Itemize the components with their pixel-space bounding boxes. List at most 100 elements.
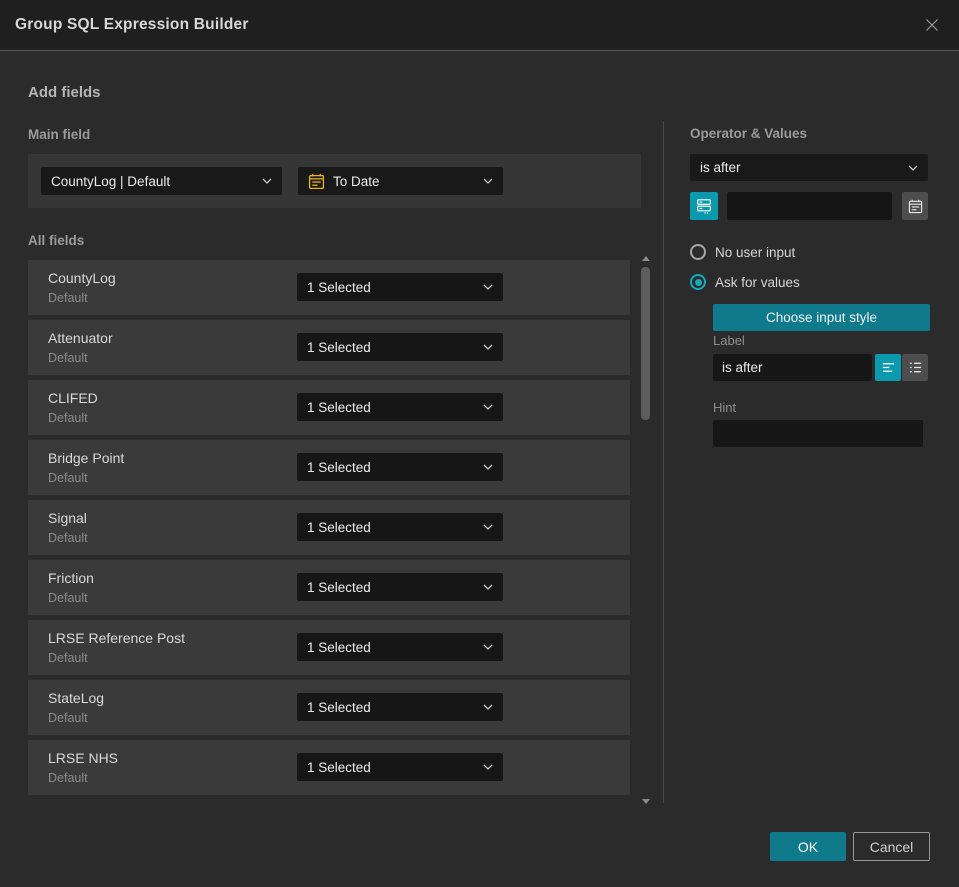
chevron-down-icon: [483, 344, 493, 350]
close-icon[interactable]: [923, 16, 941, 34]
choose-input-style-button[interactable]: Choose input style: [713, 304, 930, 331]
field-selection-dropdown[interactable]: 1 Selected: [297, 273, 503, 301]
operator-select[interactable]: is after: [690, 154, 928, 181]
ok-button[interactable]: OK: [770, 832, 846, 861]
cancel-button[interactable]: Cancel: [853, 832, 930, 861]
hint-input[interactable]: [713, 420, 923, 447]
field-selection-value: 1 Selected: [307, 699, 371, 715]
all-fields-heading: All fields: [28, 233, 85, 248]
field-name: CountyLog: [48, 270, 116, 286]
calendar-icon: [908, 199, 922, 213]
field-row: LRSE Reference Post Default 1 Selected: [28, 620, 630, 675]
stack-values-icon: [697, 199, 711, 214]
field-row: CLIFED Default 1 Selected: [28, 380, 630, 435]
chevron-down-icon: [483, 644, 493, 650]
radio-selected-icon: [690, 274, 706, 290]
field-row: StateLog Default 1 Selected: [28, 680, 630, 735]
chevron-down-icon: [483, 464, 493, 470]
panel-divider: [663, 121, 664, 803]
field-subtitle: Default: [48, 291, 88, 305]
field-subtitle: Default: [48, 471, 88, 485]
add-fields-heading: Add fields: [28, 84, 101, 101]
field-name: Signal: [48, 510, 87, 526]
radio-no-user-input[interactable]: No user input: [690, 244, 795, 260]
radio-ask-for-values[interactable]: Ask for values: [690, 274, 800, 290]
field-selection-value: 1 Selected: [307, 339, 371, 355]
field-subtitle: Default: [48, 651, 88, 665]
field-subtitle: Default: [48, 351, 88, 365]
field-name: StateLog: [48, 690, 105, 706]
main-field-select-value: CountyLog | Default: [51, 173, 171, 189]
field-selection-value: 1 Selected: [307, 459, 371, 475]
scroll-down-arrow-icon[interactable]: [642, 799, 650, 804]
calendar-icon: [308, 173, 325, 190]
label-heading: Label: [713, 333, 745, 348]
field-row: Attenuator Default 1 Selected: [28, 320, 630, 375]
field-subtitle: Default: [48, 591, 88, 605]
value-input[interactable]: [727, 192, 892, 220]
field-selection-dropdown[interactable]: 1 Selected: [297, 513, 503, 541]
field-selection-value: 1 Selected: [307, 759, 371, 775]
field-selection-value: 1 Selected: [307, 519, 371, 535]
scrollbar-thumb[interactable]: [641, 267, 650, 420]
main-field-band: CountyLog | Default To Date: [28, 154, 641, 208]
radio-ask-for-values-label: Ask for values: [715, 274, 800, 290]
field-name: LRSE Reference Post: [48, 630, 185, 646]
date-type-select[interactable]: To Date: [298, 167, 503, 195]
field-row: LRSE NHS Default 1 Selected: [28, 740, 630, 795]
all-fields-list: CountyLog Default 1 Selected Attenuator …: [28, 260, 630, 800]
dialog-header: Group SQL Expression Builder: [0, 0, 959, 51]
value-type-button[interactable]: [690, 192, 718, 220]
chevron-down-icon: [483, 284, 493, 290]
main-field-heading: Main field: [28, 127, 91, 142]
field-subtitle: Default: [48, 531, 88, 545]
field-name: Attenuator: [48, 330, 113, 346]
input-style-list-button[interactable]: [902, 354, 928, 381]
date-picker-button[interactable]: [902, 192, 928, 220]
chevron-down-icon: [483, 584, 493, 590]
field-selection-value: 1 Selected: [307, 399, 371, 415]
field-selection-value: 1 Selected: [307, 639, 371, 655]
chevron-down-icon: [262, 178, 272, 184]
field-row: CountyLog Default 1 Selected: [28, 260, 630, 315]
field-name: Friction: [48, 570, 94, 586]
chevron-down-icon: [483, 764, 493, 770]
chevron-down-icon: [483, 178, 493, 184]
field-subtitle: Default: [48, 411, 88, 425]
date-type-select-value: To Date: [333, 173, 380, 189]
group-sql-expression-builder-dialog: Group SQL Expression Builder Add fields …: [0, 0, 959, 887]
field-selection-value: 1 Selected: [307, 279, 371, 295]
field-selection-dropdown[interactable]: 1 Selected: [297, 633, 503, 661]
field-selection-dropdown[interactable]: 1 Selected: [297, 393, 503, 421]
chevron-down-icon: [483, 704, 493, 710]
operator-values-panel: Operator & Values is after No user input…: [690, 120, 930, 447]
field-subtitle: Default: [48, 711, 88, 725]
field-row: Bridge Point Default 1 Selected: [28, 440, 630, 495]
align-left-icon: [882, 363, 894, 372]
field-selection-value: 1 Selected: [307, 579, 371, 595]
chevron-down-icon: [483, 524, 493, 530]
chevron-down-icon: [908, 165, 918, 171]
list-scrollbar[interactable]: [641, 254, 650, 806]
main-field-select[interactable]: CountyLog | Default: [41, 167, 282, 195]
scroll-up-arrow-icon[interactable]: [642, 256, 650, 261]
chevron-down-icon: [483, 404, 493, 410]
input-style-single-line-button[interactable]: [875, 354, 901, 381]
field-row: Signal Default 1 Selected: [28, 500, 630, 555]
field-name: CLIFED: [48, 390, 98, 406]
dialog-title: Group SQL Expression Builder: [15, 16, 249, 33]
field-selection-dropdown[interactable]: 1 Selected: [297, 753, 503, 781]
label-input[interactable]: [713, 354, 872, 381]
list-icon: [909, 362, 921, 373]
field-name: Bridge Point: [48, 450, 125, 466]
radio-no-user-input-label: No user input: [715, 244, 796, 260]
field-selection-dropdown[interactable]: 1 Selected: [297, 453, 503, 481]
hint-heading: Hint: [713, 400, 737, 415]
field-row: Friction Default 1 Selected: [28, 560, 630, 615]
radio-unselected-icon: [690, 244, 706, 260]
field-selection-dropdown[interactable]: 1 Selected: [297, 333, 503, 361]
field-selection-dropdown[interactable]: 1 Selected: [297, 573, 503, 601]
field-selection-dropdown[interactable]: 1 Selected: [297, 693, 503, 721]
operator-values-heading: Operator & Values: [690, 126, 808, 141]
value-input-row: [690, 192, 928, 220]
